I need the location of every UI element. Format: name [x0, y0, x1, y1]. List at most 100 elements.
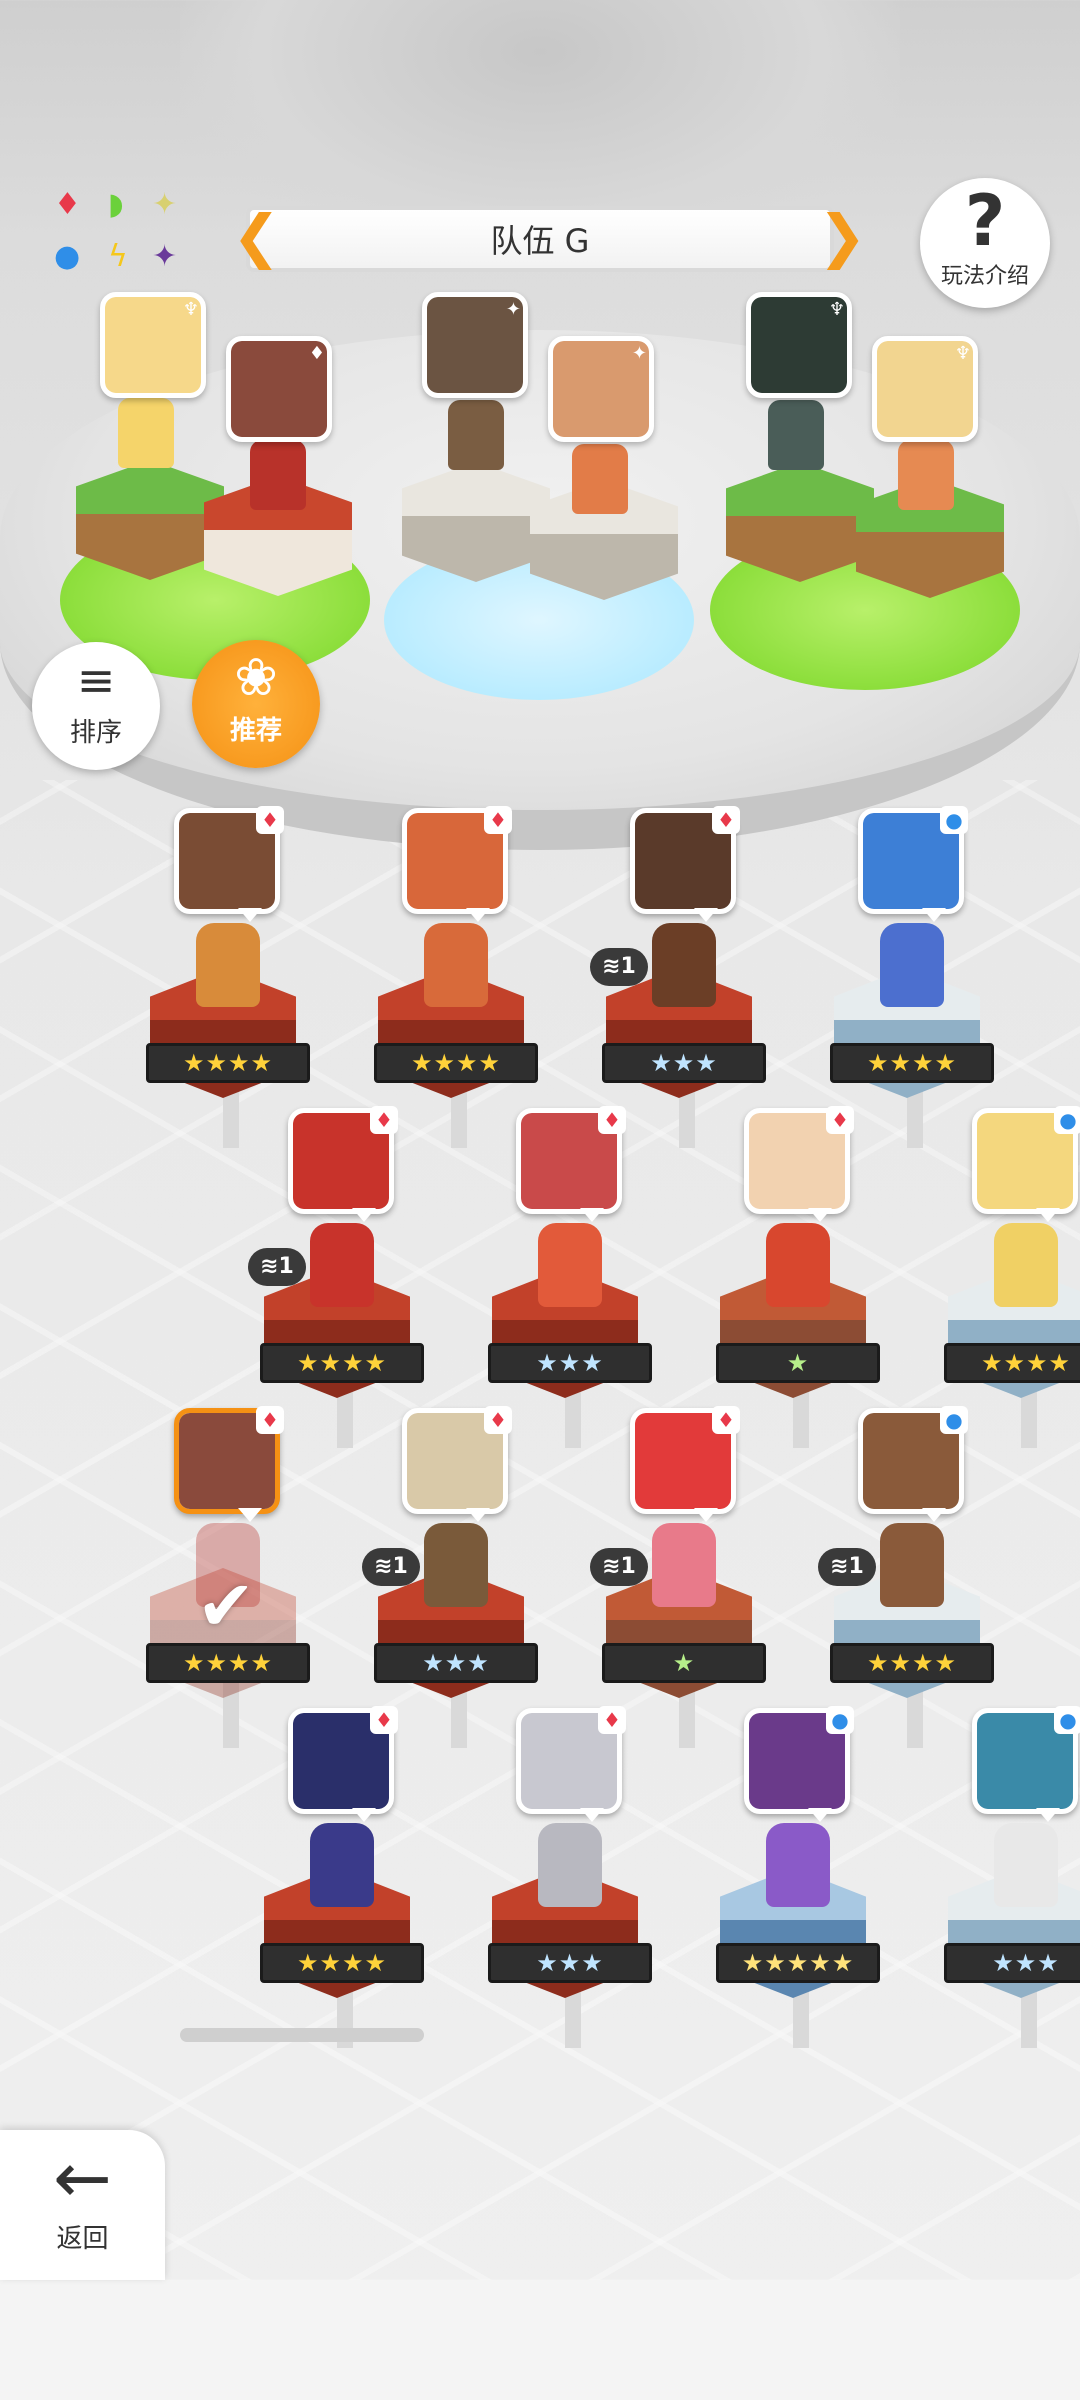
- next-team-button[interactable]: ❯: [818, 206, 867, 272]
- how-to-play-button[interactable]: ? 玩法介绍: [920, 178, 1050, 308]
- question-mark-icon: ?: [964, 180, 1006, 262]
- recommend-button[interactable]: ❀ 推荐: [192, 640, 320, 768]
- star-rating: ★★★★: [830, 1043, 994, 1083]
- roster-card[interactable]: ♦ ★★★★ ✔: [146, 1406, 316, 1748]
- character-portrait[interactable]: ✦: [422, 292, 528, 398]
- character-sprite: [310, 1223, 374, 1307]
- star-rating: ★: [716, 1343, 880, 1383]
- portrait-pointer: [808, 1808, 832, 1822]
- roster-card[interactable]: ♦ ★★★★: [146, 806, 316, 1148]
- character-sprite: [994, 1823, 1058, 1907]
- character-sprite: [766, 1223, 830, 1307]
- element-badge-icon: ✦: [631, 343, 647, 364]
- roster-card[interactable]: ♦ ★★★: [488, 1106, 658, 1448]
- character-sprite: [880, 923, 944, 1007]
- roster-card[interactable]: ♦ ★★★ ≋1: [362, 1406, 544, 1748]
- star-rating: ★★★★★: [716, 1943, 880, 1983]
- star-rating: ★★★★: [944, 1343, 1080, 1383]
- team-selector: ❮ 队伍 G ❯: [232, 206, 867, 272]
- scroll-indicator: [180, 2028, 424, 2042]
- water-element-icon: ●: [1054, 1706, 1080, 1734]
- character-sprite: [994, 1223, 1058, 1307]
- water-element-icon: ●: [1054, 1106, 1080, 1134]
- character-portrait[interactable]: ✦: [548, 336, 654, 442]
- star-rating: ★★★: [602, 1043, 766, 1083]
- portrait-pointer: [922, 908, 946, 922]
- character-sprite: [118, 398, 174, 468]
- roster-card[interactable]: ♦ ★: [716, 1106, 886, 1448]
- character-sprite: [768, 400, 824, 470]
- character-portrait[interactable]: ♆: [100, 292, 206, 398]
- star-rating: ★★★★: [146, 1643, 310, 1683]
- portrait-pointer: [580, 1208, 604, 1222]
- character-sprite: [898, 440, 954, 510]
- fire-element-icon: ♦: [826, 1106, 854, 1134]
- previous-team-button[interactable]: ❮: [232, 206, 281, 272]
- star-rating: ★★★★: [260, 1343, 424, 1383]
- roster-card[interactable]: ● ★★★★: [830, 806, 1000, 1148]
- character-portrait[interactable]: ♆: [746, 292, 852, 398]
- back-button[interactable]: ← 返回: [0, 2130, 165, 2280]
- element-badge-icon: ♆: [182, 299, 199, 320]
- water-element-icon: ●: [940, 806, 968, 834]
- star-rating: ★: [602, 1643, 766, 1683]
- fire-element-icon: ♦: [256, 806, 284, 834]
- character-sprite: [448, 400, 504, 470]
- roster-card[interactable]: ● ★★★★: [944, 1106, 1080, 1448]
- star-rating: ★★★★: [374, 1043, 538, 1083]
- duplicate-count-badge: ≋1: [818, 1548, 876, 1586]
- fire-element-icon: ♦: [598, 1706, 626, 1734]
- roster-card[interactable]: ● ★★★★ ≋1: [818, 1406, 1000, 1748]
- character-portrait[interactable]: ♆: [872, 336, 978, 442]
- element-badge-icon: ♆: [954, 343, 971, 364]
- portrait-pointer: [580, 1808, 604, 1822]
- roster-card[interactable]: ♦ ★★★ ≋1: [590, 806, 772, 1148]
- portrait-pointer: [238, 908, 262, 922]
- back-label: 返回: [56, 2224, 109, 2254]
- star-rating: ★★★: [488, 1943, 652, 1983]
- water-element-icon: ●: [54, 239, 81, 274]
- fire-element-icon: ♦: [256, 1406, 284, 1434]
- roster-card[interactable]: ● ★★★: [944, 1706, 1080, 2048]
- character-sprite: [766, 1823, 830, 1907]
- character-sprite: [538, 1223, 602, 1307]
- portrait-pointer: [694, 1508, 718, 1522]
- star-rating: ★★★: [944, 1943, 1080, 1983]
- duplicate-count-badge: ≋1: [362, 1548, 420, 1586]
- dark-element-icon: ✦: [152, 239, 178, 274]
- light-element-icon: ✦: [152, 187, 178, 222]
- fire-element-icon: ♦: [484, 1406, 512, 1434]
- portrait-pointer: [466, 1508, 490, 1522]
- roster-card[interactable]: ♦ ★ ≋1: [590, 1406, 772, 1748]
- fire-element-icon: ♦: [54, 187, 81, 222]
- roster-card[interactable]: ♦ ★★★★ ≋1: [248, 1106, 430, 1448]
- character-sprite: [652, 923, 716, 1007]
- portrait-pointer: [1036, 1208, 1060, 1222]
- roster-card[interactable]: ● ★★★★★: [716, 1706, 886, 2048]
- portrait-pointer: [922, 1508, 946, 1522]
- fire-element-icon: ♦: [370, 1706, 398, 1734]
- character-sprite: [310, 1823, 374, 1907]
- how-to-play-label: 玩法介绍: [940, 264, 1029, 289]
- roster-card[interactable]: ♦ ★★★★: [374, 806, 544, 1148]
- portrait-pointer: [1036, 1808, 1060, 1822]
- roster-card[interactable]: ♦ ★★★: [488, 1706, 658, 2048]
- element-badge-icon: ✦: [505, 299, 521, 320]
- fire-element-icon: ♦: [712, 806, 740, 834]
- character-portrait[interactable]: ♦: [226, 336, 332, 442]
- portrait-pointer: [466, 908, 490, 922]
- portrait-pointer: [352, 1208, 376, 1222]
- star-rating: ★★★★: [830, 1643, 994, 1683]
- navigation-bar-area: [0, 2280, 1080, 2400]
- element-cycle-chart[interactable]: ♦ ◗ ✦ ● ϟ ✦: [52, 190, 192, 280]
- portrait-pointer: [352, 1808, 376, 1822]
- roster-card[interactable]: ♦ ★★★★: [260, 1706, 430, 2048]
- duplicate-count-badge: ≋1: [590, 948, 648, 986]
- star-rating: ★★★: [488, 1343, 652, 1383]
- character-sprite: [250, 440, 306, 510]
- sort-button[interactable]: ≡ 排序: [32, 642, 160, 770]
- element-badge-icon: ♦: [308, 343, 325, 364]
- character-sprite: [652, 1523, 716, 1607]
- fire-element-icon: ♦: [370, 1106, 398, 1134]
- fire-element-icon: ♦: [484, 806, 512, 834]
